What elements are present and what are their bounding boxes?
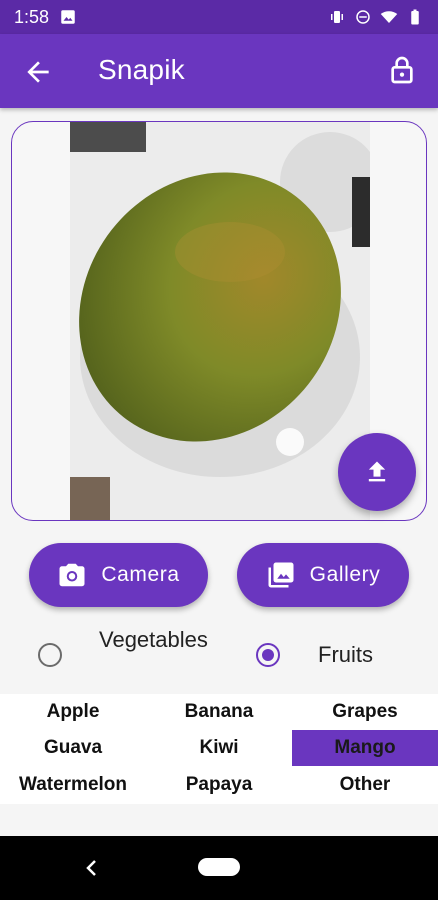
wifi-icon <box>380 11 398 23</box>
system-nav-bar <box>0 836 438 900</box>
option-mango[interactable]: Mango <box>292 730 438 766</box>
vibrate-icon <box>331 11 343 23</box>
upload-button[interactable] <box>338 433 416 511</box>
do-not-disturb-icon <box>356 10 370 24</box>
status-time: 1:58 <box>14 6 50 27</box>
camera-icon <box>59 563 85 587</box>
camera-button[interactable]: Camera <box>29 543 208 607</box>
mango-image <box>70 122 370 520</box>
option-grapes[interactable]: Grapes <box>292 694 438 730</box>
back-arrow-icon[interactable] <box>22 56 54 88</box>
gallery-icon <box>268 562 294 588</box>
app-bar: Snapik <box>0 34 438 108</box>
app-title: Snapik <box>98 54 185 85</box>
fruits-radio[interactable] <box>256 643 280 667</box>
gallery-button-label: Gallery <box>309 563 381 586</box>
fruit-photo <box>70 122 370 520</box>
vegetables-radio[interactable] <box>38 643 62 667</box>
battery-icon <box>411 9 419 25</box>
image-icon <box>61 10 75 24</box>
option-watermelon[interactable]: Watermelon <box>0 766 146 804</box>
nav-home-button[interactable] <box>198 858 240 876</box>
gallery-button[interactable]: Gallery <box>237 543 409 607</box>
vegetables-label: Vegetables <box>99 627 208 652</box>
upload-icon <box>368 461 386 482</box>
lock-icon[interactable] <box>386 54 418 86</box>
status-bar: 1:58 <box>0 0 438 34</box>
nav-back-icon[interactable] <box>80 856 104 880</box>
option-apple[interactable]: Apple <box>0 694 146 730</box>
option-guava[interactable]: Guava <box>0 730 146 766</box>
option-kiwi[interactable]: Kiwi <box>146 730 292 766</box>
option-papaya[interactable]: Papaya <box>146 766 292 804</box>
camera-button-label: Camera <box>101 563 180 586</box>
option-banana[interactable]: Banana <box>146 694 292 730</box>
option-other[interactable]: Other <box>292 766 438 804</box>
fruit-options-grid: Apple Banana Grapes Guava Kiwi Mango Wat… <box>0 694 438 804</box>
fruits-label: Fruits <box>318 642 373 667</box>
